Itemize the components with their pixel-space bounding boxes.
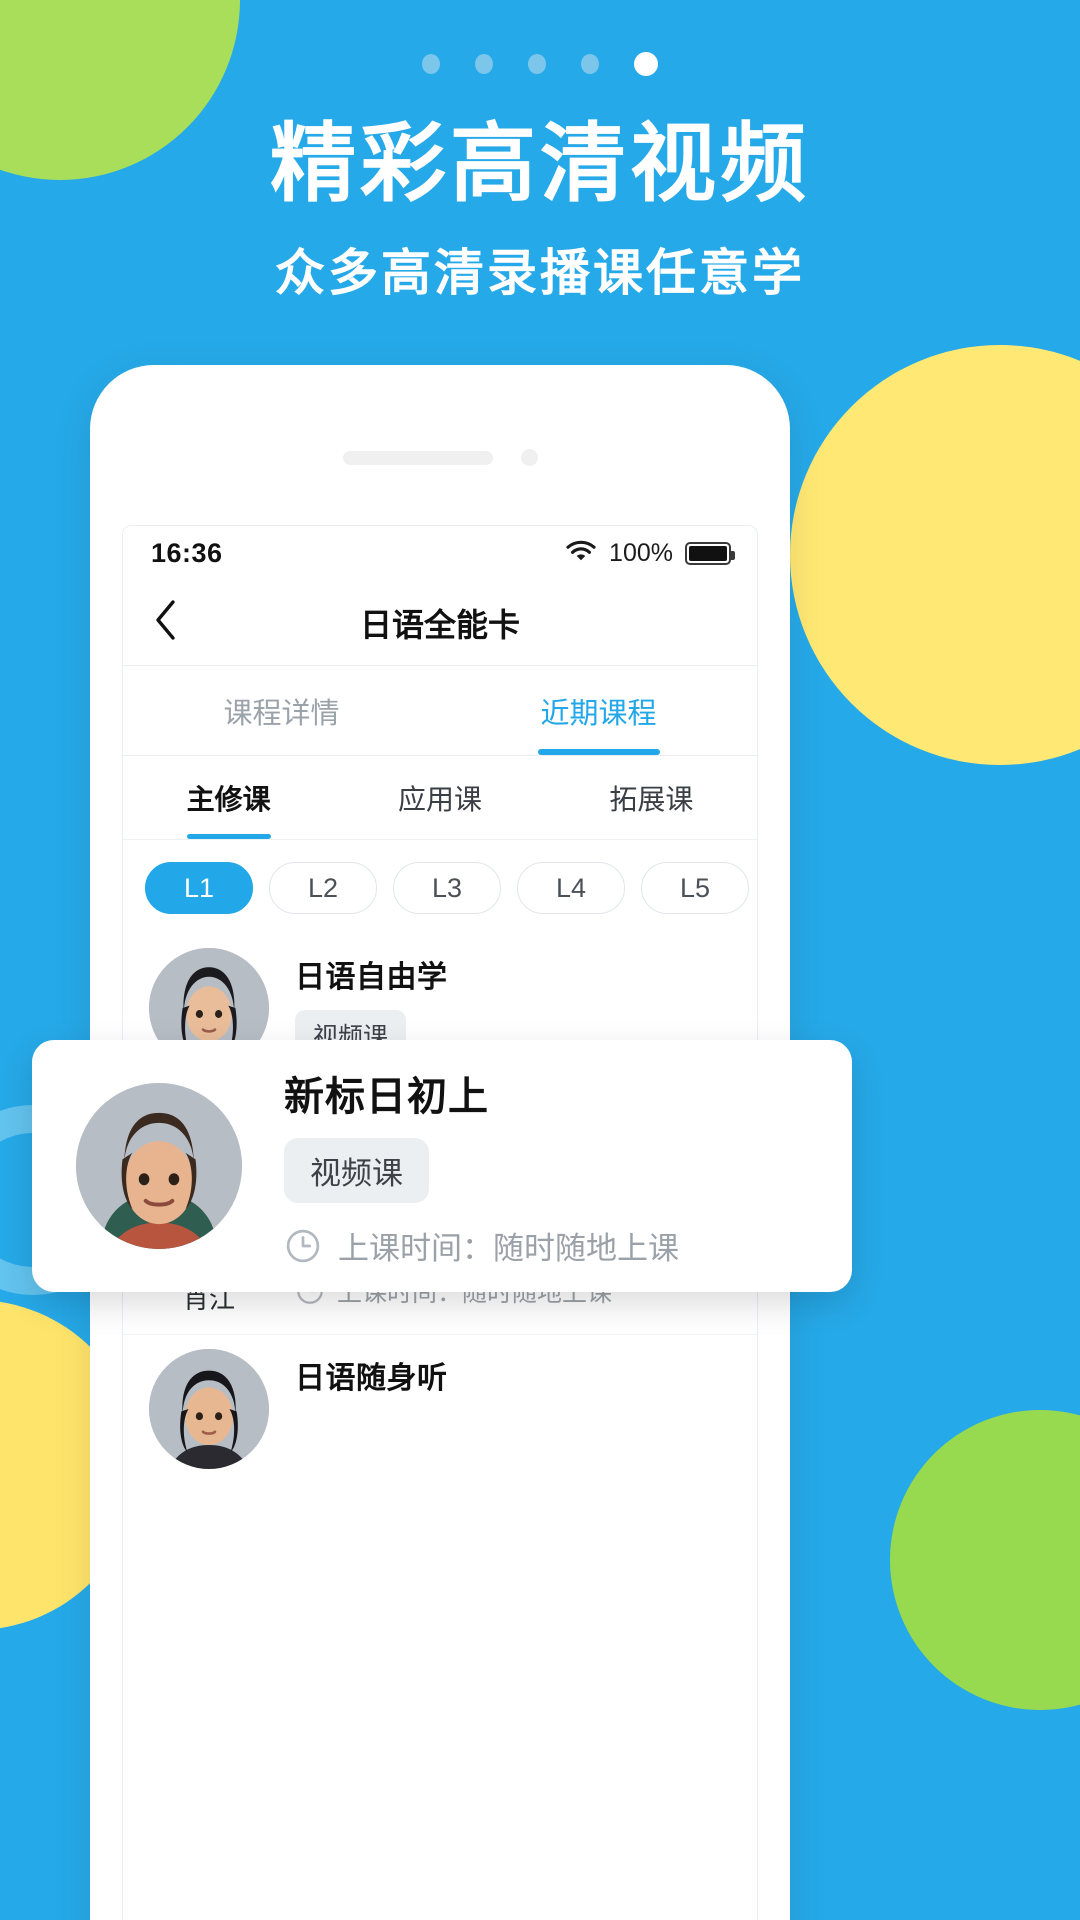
level-chip-l2[interactable]: L2 [269, 862, 377, 914]
carousel-dots[interactable] [0, 52, 1080, 76]
level-chip-l3[interactable]: L3 [393, 862, 501, 914]
subtab-3[interactable]: 拓展课 [546, 756, 757, 839]
subtab-label: 应用课 [397, 782, 482, 816]
battery-percent-label: 100% [609, 538, 673, 567]
course-title: 日语自由学 [295, 960, 448, 995]
avatar [149, 1349, 269, 1469]
course-title: 新标日初上 [284, 1074, 489, 1120]
status-time: 16:36 [151, 537, 223, 568]
clock-icon [284, 1227, 322, 1265]
subtab-label: 主修课 [186, 782, 271, 816]
wifi-icon [565, 539, 597, 568]
nav-bar: 日语全能卡 [123, 580, 757, 666]
carousel-dot-4[interactable] [581, 54, 599, 74]
carousel-dot-5[interactable] [634, 52, 658, 76]
tab-2[interactable]: 近期课程 [440, 666, 757, 755]
avatar [76, 1083, 242, 1249]
tab-label: 课程详情 [223, 695, 340, 730]
status-bar: 16:36 100% [123, 526, 757, 580]
course-avatar-column [149, 1349, 269, 1469]
course-list-item[interactable]: 日语随身听 [123, 1334, 757, 1487]
carousel-dot-1[interactable] [422, 54, 440, 74]
status-indicators: 100% [565, 538, 735, 568]
level-chip-l5[interactable]: L5 [641, 862, 749, 914]
highlighted-course-info: 新标日初上 视频课 上课时间：随时随地上课 [284, 1064, 679, 1268]
course-title: 日语随身听 [295, 1361, 448, 1396]
carousel-dot-2[interactable] [475, 54, 493, 74]
primary-tabs: 课程详情 近期课程 [123, 666, 757, 756]
level-filter-chips: L1L2L3L4L5L6L7 [123, 840, 757, 934]
promo-subheadline: 众多高清录播课任意学 [275, 243, 805, 302]
decorative-blob-green-bottom-right [890, 1410, 1080, 1710]
page-title: 日语全能卡 [359, 605, 520, 644]
phone-speaker [90, 449, 790, 466]
decorative-blob-yellow-right [790, 345, 1080, 765]
highlighted-course-card[interactable]: 新标日初上 视频课 上课时间：随时随地上课 [32, 1040, 852, 1292]
secondary-tabs: 主修课 应用课 拓展课 [123, 756, 757, 840]
course-type-badge: 视频课 [284, 1138, 429, 1203]
course-info: 日语随身听 [295, 1349, 731, 1469]
front-camera [520, 449, 538, 466]
tab-1[interactable]: 课程详情 [123, 666, 440, 755]
battery-full-icon [685, 541, 735, 565]
level-chip-l4[interactable]: L4 [517, 862, 625, 914]
speaker-grill [342, 450, 493, 465]
course-time-row: 上课时间：随时随地上课 [284, 1223, 679, 1268]
subtab-2[interactable]: 应用课 [334, 756, 545, 839]
course-time-text: 上课时间：随时随地上课 [338, 1231, 679, 1267]
tab-label: 近期课程 [540, 695, 657, 730]
carousel-dot-3[interactable] [528, 54, 546, 74]
promo-headline: 精彩高清视频 [270, 114, 810, 214]
level-chip-l1[interactable]: L1 [145, 862, 253, 914]
subtab-label: 拓展课 [609, 782, 694, 816]
subtab-1[interactable]: 主修课 [123, 756, 334, 839]
promo-text-block: 精彩高清视频 众多高清录播课任意学 [0, 118, 1080, 305]
